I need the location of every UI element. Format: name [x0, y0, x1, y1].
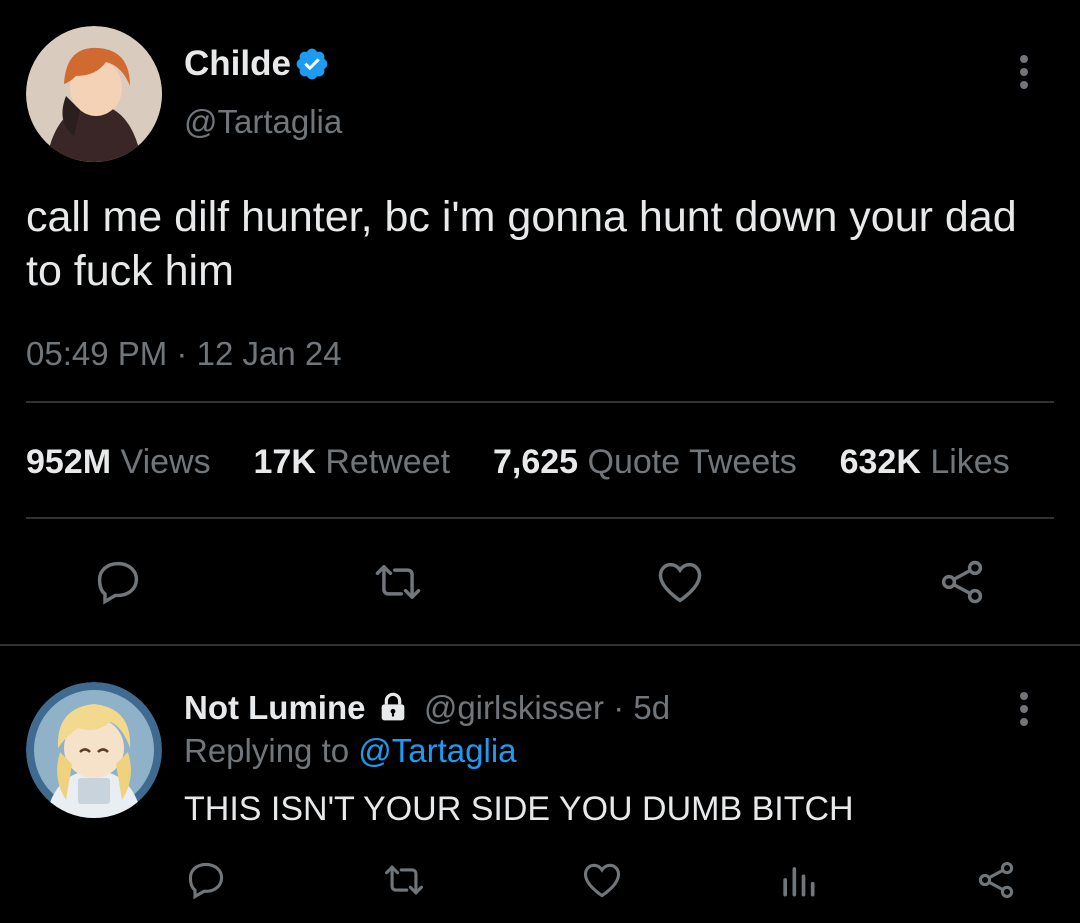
author-handle[interactable]: @Tartaglia — [184, 102, 342, 142]
quotes-count: 7,625 — [492, 443, 579, 481]
reply-icon[interactable] — [184, 858, 228, 902]
share-icon[interactable] — [972, 858, 1020, 902]
timestamp-separator: · — [176, 335, 188, 372]
likes-label: Likes — [930, 443, 1010, 481]
reply-age: · 5d — [613, 689, 671, 726]
heart-icon[interactable] — [652, 556, 708, 608]
reply-text: THIS ISN'T YOUR SIDE YOU DUMB BITCH — [184, 790, 854, 828]
reply-icon[interactable] — [92, 556, 144, 608]
views-count: 952M — [26, 443, 112, 481]
tweet-timestamp: 05:49 PM · 12 Jan 24 — [26, 334, 342, 374]
analytics-icon[interactable] — [776, 858, 820, 902]
stat-views[interactable]: 952M Views — [26, 443, 220, 481]
reply-author-handle[interactable]: @girlskisser — [424, 689, 604, 726]
more-vertical-icon[interactable] — [1020, 692, 1028, 731]
quotes-label: Quote Tweets — [587, 443, 797, 481]
heart-icon[interactable] — [578, 858, 626, 902]
more-vertical-icon[interactable] — [1020, 55, 1028, 94]
replying-to: Replying to @Tartaglia — [184, 731, 517, 771]
lock-icon — [377, 691, 409, 723]
author-name[interactable]: Childe — [184, 44, 291, 84]
tweet-time: 05:49 PM — [26, 335, 168, 372]
stat-likes[interactable]: 632K Likes — [840, 443, 1010, 481]
reply-header: Not Lumine @girlskisser · 5d — [184, 688, 670, 728]
verified-badge-icon — [294, 46, 330, 82]
reply-author-name[interactable]: Not Lumine — [184, 689, 365, 726]
retweet-icon[interactable] — [380, 858, 428, 902]
avatar-not-lumine[interactable] — [26, 682, 162, 818]
divider — [0, 644, 1080, 646]
stat-retweets[interactable]: 17K Retweet — [254, 443, 460, 481]
divider — [26, 401, 1054, 403]
share-icon[interactable] — [934, 556, 990, 608]
retweets-count: 17K — [253, 443, 316, 481]
likes-count: 632K — [839, 443, 921, 481]
tweet-date: 12 Jan 24 — [196, 335, 342, 372]
stat-quotes[interactable]: 7,625 Quote Tweets — [493, 443, 806, 481]
retweet-icon[interactable] — [370, 556, 426, 608]
replying-to-label: Replying to — [184, 732, 350, 769]
views-label: Views — [120, 443, 211, 481]
tweet-text: call me dilf hunter, bc i'm gonna hunt d… — [26, 193, 1017, 295]
retweets-label: Retweet — [325, 443, 451, 481]
avatar-childe[interactable] — [26, 26, 162, 162]
stats-row: 952M Views 17K Retweet 7,625 Quote Tweet… — [26, 442, 1010, 482]
replying-to-handle[interactable]: @Tartaglia — [358, 732, 516, 769]
divider — [26, 517, 1054, 519]
